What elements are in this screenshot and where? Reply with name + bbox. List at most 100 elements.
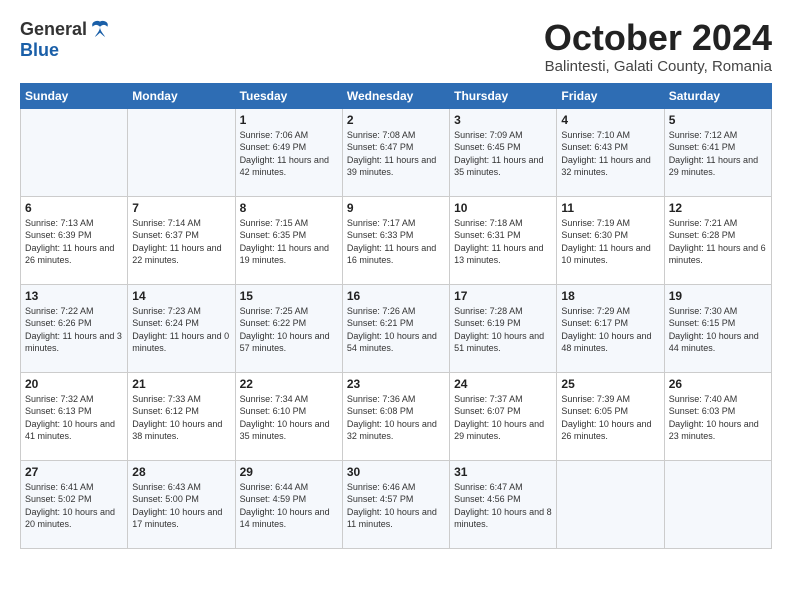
calendar-cell: 1Sunrise: 7:06 AMSunset: 6:49 PMDaylight… [235,108,342,196]
day-number: 29 [240,465,338,479]
month-title: October 2024 [544,18,772,58]
day-number: 6 [25,201,123,215]
calendar-week-2: 6 Sunrise: 7:13 AMSunset: 6:39 PMDaylight… [21,196,772,284]
day-number: 11 [561,201,659,215]
day-number: 23 [347,377,445,391]
day-info: Sunrise: 7:21 AMSunset: 6:28 PMDaylight:… [669,217,767,267]
day-info: Sunrise: 6:47 AMSunset: 4:56 PMDaylight:… [454,481,552,531]
day-info: Sunrise: 6:46 AMSunset: 4:57 PMDaylight:… [347,481,445,531]
calendar-cell: 4 Sunrise: 7:10 AMSunset: 6:43 PMDaylight… [557,108,664,196]
calendar-cell: 10 Sunrise: 7:18 AMSunset: 6:31 PMDayligh… [450,196,557,284]
calendar-cell: 9Sunrise: 7:17 AMSunset: 6:33 PMDaylight… [342,196,449,284]
day-info: Sunrise: 7:17 AMSunset: 6:33 PMDaylight:… [347,217,445,267]
day-number: 10 [454,201,552,215]
calendar-cell: 20 Sunrise: 7:32 AMSunset: 6:13 PMDayligh… [21,372,128,460]
calendar-cell: 30 Sunrise: 6:46 AMSunset: 4:57 PMDayligh… [342,460,449,548]
header-sunday: Sunday [21,83,128,108]
day-number: 25 [561,377,659,391]
calendar-week-5: 27Sunrise: 6:41 AMSunset: 5:02 PMDayligh… [21,460,772,548]
calendar-cell: 18 Sunrise: 7:29 AMSunset: 6:17 PMDayligh… [557,284,664,372]
day-number: 14 [132,289,230,303]
day-number: 13 [25,289,123,303]
calendar-cell: 26 Sunrise: 7:40 AMSunset: 6:03 PMDayligh… [664,372,771,460]
calendar-cell [664,460,771,548]
calendar-cell: 28Sunrise: 6:43 AMSunset: 5:00 PMDayligh… [128,460,235,548]
calendar-cell: 16 Sunrise: 7:26 AMSunset: 6:21 PMDayligh… [342,284,449,372]
day-info: Sunrise: 7:30 AMSunset: 6:15 PMDaylight:… [669,305,767,355]
header-tuesday: Tuesday [235,83,342,108]
logo: General Blue [20,18,111,61]
day-info: Sunrise: 7:18 AMSunset: 6:31 PMDaylight:… [454,217,552,267]
logo-top: General [20,18,111,40]
day-info: Sunrise: 7:29 AMSunset: 6:17 PMDaylight:… [561,305,659,355]
day-info: Sunrise: 7:19 AMSunset: 6:30 PMDaylight:… [561,217,659,267]
day-number: 26 [669,377,767,391]
calendar-cell: 25 Sunrise: 7:39 AMSunset: 6:05 PMDayligh… [557,372,664,460]
day-info: Sunrise: 7:33 AMSunset: 6:12 PMDaylight:… [132,393,230,443]
day-number: 7 [132,201,230,215]
day-number: 18 [561,289,659,303]
day-info: Sunrise: 7:12 AMSunset: 6:41 PMDaylight:… [669,129,767,179]
calendar-cell: 22 Sunrise: 7:34 AMSunset: 6:10 PMDayligh… [235,372,342,460]
calendar-cell [128,108,235,196]
day-info: Sunrise: 7:34 AMSunset: 6:10 PMDaylight:… [240,393,338,443]
calendar-cell: 23Sunrise: 7:36 AMSunset: 6:08 PMDayligh… [342,372,449,460]
header-thursday: Thursday [450,83,557,108]
day-info: Sunrise: 7:08 AMSunset: 6:47 PMDaylight:… [347,129,445,179]
calendar-cell: 17Sunrise: 7:28 AMSunset: 6:19 PMDayligh… [450,284,557,372]
day-info: Sunrise: 7:10 AMSunset: 6:43 PMDaylight:… [561,129,659,179]
day-info: Sunrise: 7:37 AMSunset: 6:07 PMDaylight:… [454,393,552,443]
calendar-cell: 2Sunrise: 7:08 AMSunset: 6:47 PMDaylight… [342,108,449,196]
calendar-cell [21,108,128,196]
day-info: Sunrise: 7:25 AMSunset: 6:22 PMDaylight:… [240,305,338,355]
day-info: Sunrise: 7:39 AMSunset: 6:05 PMDaylight:… [561,393,659,443]
day-number: 30 [347,465,445,479]
calendar-week-1: 1Sunrise: 7:06 AMSunset: 6:49 PMDaylight… [21,108,772,196]
day-number: 28 [132,465,230,479]
day-number: 3 [454,113,552,127]
day-info: Sunrise: 6:44 AMSunset: 4:59 PMDaylight:… [240,481,338,531]
day-info: Sunrise: 7:13 AMSunset: 6:39 PMDaylight:… [25,217,123,267]
day-info: Sunrise: 6:41 AMSunset: 5:02 PMDaylight:… [25,481,123,531]
day-info: Sunrise: 7:40 AMSunset: 6:03 PMDaylight:… [669,393,767,443]
title-block: October 2024 Balintesti, Galati County, … [544,18,772,75]
header-saturday: Saturday [664,83,771,108]
header: General Blue October 2024 Balintesti, Ga… [20,18,772,75]
calendar-cell: 31 Sunrise: 6:47 AMSunset: 4:56 PMDayligh… [450,460,557,548]
day-info: Sunrise: 7:14 AMSunset: 6:37 PMDaylight:… [132,217,230,267]
day-number: 21 [132,377,230,391]
header-monday: Monday [128,83,235,108]
calendar-cell: 11 Sunrise: 7:19 AMSunset: 6:30 PMDayligh… [557,196,664,284]
day-number: 4 [561,113,659,127]
calendar-week-4: 20 Sunrise: 7:32 AMSunset: 6:13 PMDayligh… [21,372,772,460]
day-number: 24 [454,377,552,391]
calendar-cell: 6 Sunrise: 7:13 AMSunset: 6:39 PMDaylight… [21,196,128,284]
day-number: 15 [240,289,338,303]
logo-blue-text: Blue [20,40,59,61]
calendar-week-3: 13 Sunrise: 7:22 AMSunset: 6:26 PMDayligh… [21,284,772,372]
header-wednesday: Wednesday [342,83,449,108]
day-number: 20 [25,377,123,391]
calendar-header: Sunday Monday Tuesday Wednesday Thursday… [21,83,772,108]
day-number: 12 [669,201,767,215]
day-info: Sunrise: 7:26 AMSunset: 6:21 PMDaylight:… [347,305,445,355]
day-number: 16 [347,289,445,303]
logo-bird-icon [89,18,111,40]
day-info: Sunrise: 7:15 AMSunset: 6:35 PMDaylight:… [240,217,338,267]
calendar-cell: 19 Sunrise: 7:30 AMSunset: 6:15 PMDayligh… [664,284,771,372]
logo-general-text: General [20,19,87,40]
day-info: Sunrise: 7:22 AMSunset: 6:26 PMDaylight:… [25,305,123,355]
day-number: 31 [454,465,552,479]
header-row: Sunday Monday Tuesday Wednesday Thursday… [21,83,772,108]
calendar-cell: 3Sunrise: 7:09 AMSunset: 6:45 PMDaylight… [450,108,557,196]
day-number: 19 [669,289,767,303]
calendar-cell: 13 Sunrise: 7:22 AMSunset: 6:26 PMDayligh… [21,284,128,372]
calendar-cell: 8Sunrise: 7:15 AMSunset: 6:35 PMDaylight… [235,196,342,284]
day-info: Sunrise: 7:32 AMSunset: 6:13 PMDaylight:… [25,393,123,443]
calendar-cell: 29 Sunrise: 6:44 AMSunset: 4:59 PMDayligh… [235,460,342,548]
calendar-cell: 14Sunrise: 7:23 AMSunset: 6:24 PMDayligh… [128,284,235,372]
day-number: 5 [669,113,767,127]
subtitle: Balintesti, Galati County, Romania [544,58,772,75]
day-number: 22 [240,377,338,391]
page: General Blue October 2024 Balintesti, Ga… [0,0,792,559]
